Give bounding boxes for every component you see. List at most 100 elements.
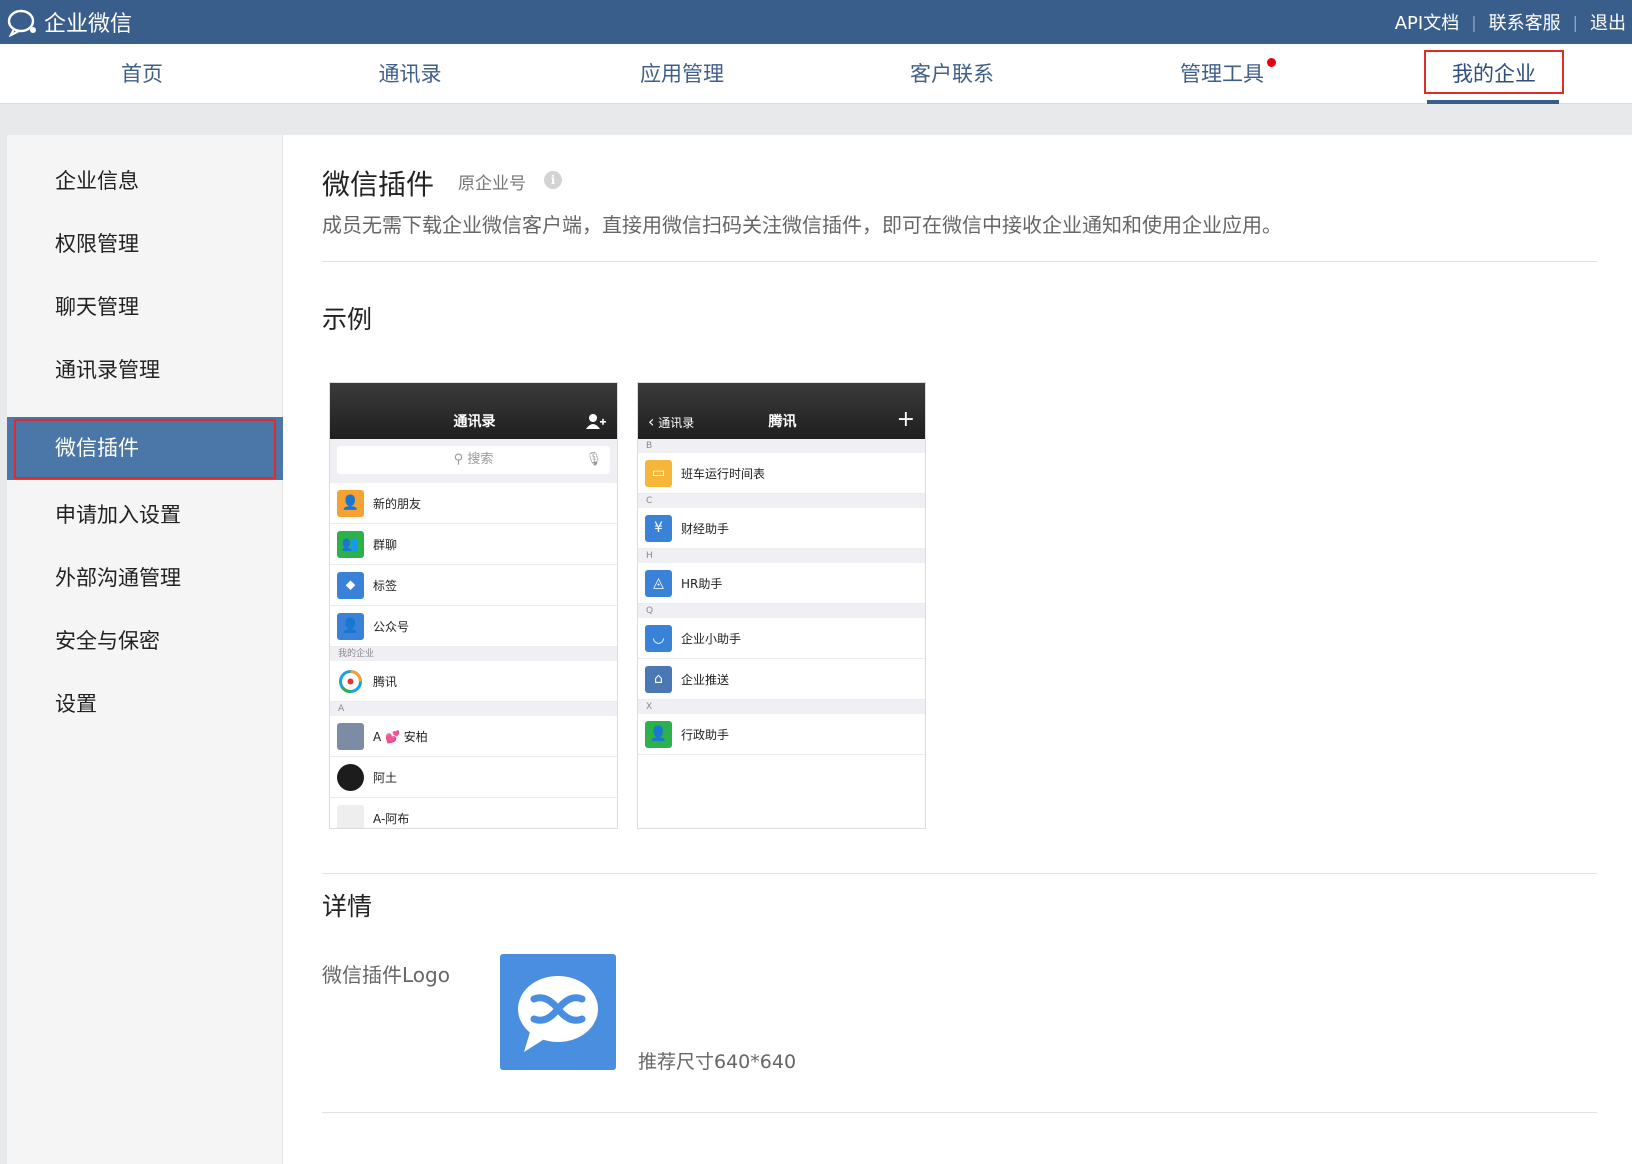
list-item-label: 企业推送 <box>681 673 730 687</box>
main-panel: 企业信息 权限管理 聊天管理 通讯录管理 微信插件 申请加入设置 外部沟通管理 … <box>7 135 1632 1164</box>
api-docs-link[interactable]: API文档 <box>1395 9 1459 35</box>
add-contact-icon <box>586 414 606 429</box>
example-phone-corp: ‹ 通讯录 腾讯 + B ▭ 班车运行时间表 C ¥ 财经助手 H ◬ HR助手… <box>637 382 926 829</box>
list-item: 👤 行政助手 <box>638 714 925 755</box>
list-item: ⌂ 企业推送 <box>638 659 925 700</box>
list-item: 👤 公众号 <box>330 606 617 647</box>
list-item: A-阿布 <box>330 798 617 828</box>
sidebar-item-permissions[interactable]: 权限管理 <box>7 213 283 276</box>
info-icon[interactable]: i <box>544 171 562 189</box>
group-header: A <box>330 702 617 716</box>
yen-icon: ¥ <box>645 515 672 542</box>
group-header: B <box>638 439 925 453</box>
list-item-label: 班车运行时间表 <box>681 467 766 481</box>
wechat-plugin-logo-icon <box>518 976 598 1052</box>
sidebar-highlight-box <box>14 419 276 479</box>
logo-size-tip: 推荐尺寸640*640 <box>638 1051 797 1073</box>
page-title: 微信插件 <box>322 168 435 201</box>
nav-customers[interactable]: 客户联系 <box>894 44 1010 104</box>
list-item: A 💕 安柏 <box>330 716 617 757</box>
notification-dot <box>1267 58 1276 67</box>
nav-active-underline <box>1427 100 1559 104</box>
list-item-label: A-阿布 <box>373 812 410 826</box>
sidebar-item-external[interactable]: 外部沟通管理 <box>7 547 283 610</box>
top-links: API文档 | 联系客服 | 退出 <box>1395 0 1632 44</box>
group-header: C <box>638 494 925 508</box>
tag-icon: ⬥ <box>337 572 364 599</box>
example-heading: 示例 <box>322 305 373 334</box>
list-item-label: 群聊 <box>373 538 398 552</box>
example-phone-contacts: 通讯录 ⚲ 搜索 🎙 👤 新的朋友 👥 群聊 ⬥ 标签 👤 公众号 我的企业 腾… <box>329 382 618 829</box>
list-item: ⬥ 标签 <box>330 565 617 606</box>
nav-tools[interactable]: 管理工具 <box>1164 44 1280 104</box>
phone-title: 腾讯 <box>768 414 797 430</box>
list-item-label: 财经助手 <box>681 522 730 536</box>
sidebar-item-security[interactable]: 安全与保密 <box>7 610 283 673</box>
list-item: ▭ 班车运行时间表 <box>638 453 925 494</box>
list-item-label: 腾讯 <box>373 675 398 689</box>
contact-support-link[interactable]: 联系客服 <box>1489 9 1561 35</box>
sidebar-item-chat[interactable]: 聊天管理 <box>7 276 283 339</box>
list-item: ◡ 企业小助手 <box>638 618 925 659</box>
official-account-icon: 👤 <box>337 613 364 640</box>
wework-logo-icon <box>7 9 36 37</box>
list-item-label: HR助手 <box>681 577 723 591</box>
phone-search-area: ⚲ 搜索 🎙 <box>330 439 617 483</box>
list-item: ¥ 财经助手 <box>638 508 925 549</box>
group-header: Q <box>638 604 925 618</box>
person-icon: 👤 <box>645 721 672 748</box>
plugin-logo[interactable] <box>500 954 616 1070</box>
sidebar-item-contacts-mgmt[interactable]: 通讯录管理 <box>7 339 283 402</box>
list-item: 👤 新的朋友 <box>330 483 617 524</box>
details-heading: 详情 <box>322 892 373 921</box>
group-header: X <box>638 700 925 714</box>
plus-icon: + <box>896 407 915 432</box>
home-icon: ⌂ <box>645 666 672 693</box>
mic-icon: 🎙 <box>585 452 602 467</box>
bus-icon: ▭ <box>645 460 672 487</box>
logout-link[interactable]: 退出 <box>1590 9 1626 35</box>
sidebar: 企业信息 权限管理 聊天管理 通讯录管理 微信插件 申请加入设置 外部沟通管理 … <box>7 135 283 1164</box>
top-bar: 企业微信 API文档 | 联系客服 | 退出 <box>0 0 1632 44</box>
list-item: 阿土 <box>330 757 617 798</box>
search-placeholder: 搜索 <box>467 452 494 467</box>
avatar <box>337 723 364 750</box>
list-item: 👥 群聊 <box>330 524 617 565</box>
logo-field-label: 微信插件Logo <box>322 963 450 987</box>
phone-header: ‹ 通讯录 腾讯 + <box>638 383 925 439</box>
chat-bubble-icon: ◡ <box>645 625 672 652</box>
main-nav: 首页 通讯录 应用管理 客户联系 管理工具 我的企业 <box>0 44 1632 104</box>
page-subtitle: 原企业号 <box>458 174 526 194</box>
nav-contacts[interactable]: 通讯录 <box>360 44 460 104</box>
list-item: ◬ HR助手 <box>638 563 925 604</box>
nav-highlight-box <box>1424 50 1564 94</box>
content-area: 微信插件 原企业号 i 成员无需下载企业微信客户端，直接用微信扫码关注微信插件，… <box>322 135 1597 1164</box>
tencent-logo-icon <box>337 668 364 695</box>
page-description: 成员无需下载企业微信客户端，直接用微信扫码关注微信插件，即可在微信中接收企业通知… <box>322 213 1282 237</box>
phone-search-box: ⚲ 搜索 🎙 <box>337 446 610 474</box>
new-friends-icon: 👤 <box>337 490 364 517</box>
divider <box>322 873 1597 874</box>
nav-apps[interactable]: 应用管理 <box>624 44 740 104</box>
avatar <box>337 764 364 791</box>
list-item: 腾讯 <box>330 661 617 702</box>
sidebar-item-company-info[interactable]: 企业信息 <box>7 150 283 213</box>
phone-title: 通讯录 <box>453 414 496 430</box>
brand[interactable]: 企业微信 <box>6 6 132 38</box>
sidebar-item-join-settings[interactable]: 申请加入设置 <box>7 484 283 547</box>
search-icon: ⚲ <box>453 452 468 467</box>
divider <box>322 1112 1597 1113</box>
list-item-label: 标签 <box>373 579 398 593</box>
avatar <box>337 805 364 828</box>
divider <box>322 261 1597 262</box>
list-item-label: A 💕 安柏 <box>373 730 428 744</box>
group-header: 我的企业 <box>330 647 617 661</box>
group-chat-icon: 👥 <box>337 531 364 558</box>
list-item-label: 阿土 <box>373 771 398 785</box>
list-item-label: 企业小助手 <box>681 632 742 646</box>
sidebar-item-settings[interactable]: 设置 <box>7 673 283 736</box>
nav-home[interactable]: 首页 <box>102 44 182 104</box>
list-item-label: 公众号 <box>373 620 410 634</box>
list-item-label: 行政助手 <box>681 728 730 742</box>
brand-name: 企业微信 <box>44 12 133 37</box>
